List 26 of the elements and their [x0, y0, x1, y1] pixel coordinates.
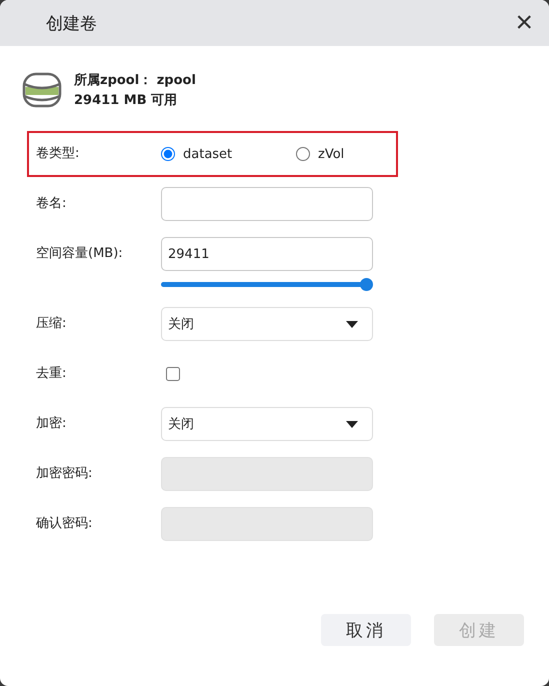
radio-button[interactable] [296, 147, 310, 161]
pool-name: 所属zpool： zpool [74, 72, 196, 89]
pool-free-space: 29411 MB 可用 [74, 92, 178, 109]
dropdown[interactable]: 关闭 [161, 307, 373, 341]
field-label: 卷类型: [36, 145, 80, 163]
radio-label: dataset [183, 146, 232, 162]
field-label: 压缩: [36, 315, 68, 333]
slider-fill[interactable] [161, 278, 373, 291]
window-title: 创建卷 [46, 12, 97, 34]
text-field[interactable] [161, 187, 373, 221]
caret-icon [346, 320, 358, 328]
dropdown[interactable]: 关闭 [161, 407, 373, 441]
field-label: 空间容量(MB): [36, 245, 124, 263]
cancel-button[interactable]: 取消 [321, 614, 411, 646]
field-label: 卷名: [36, 195, 68, 213]
checkbox[interactable] [166, 367, 180, 381]
field-label: 加密密码: [36, 465, 94, 483]
radio-label: zVol [318, 146, 344, 162]
field-label: 去重: [36, 365, 68, 383]
field-label: 确认密码: [36, 515, 94, 533]
close-button[interactable]: × [515, 8, 533, 38]
field-label: 加密: [36, 415, 68, 433]
database-icon [22, 71, 62, 109]
capacity-field[interactable]: 29411 [161, 237, 373, 271]
radio-button[interactable] [161, 147, 175, 161]
caret-icon [346, 420, 358, 428]
